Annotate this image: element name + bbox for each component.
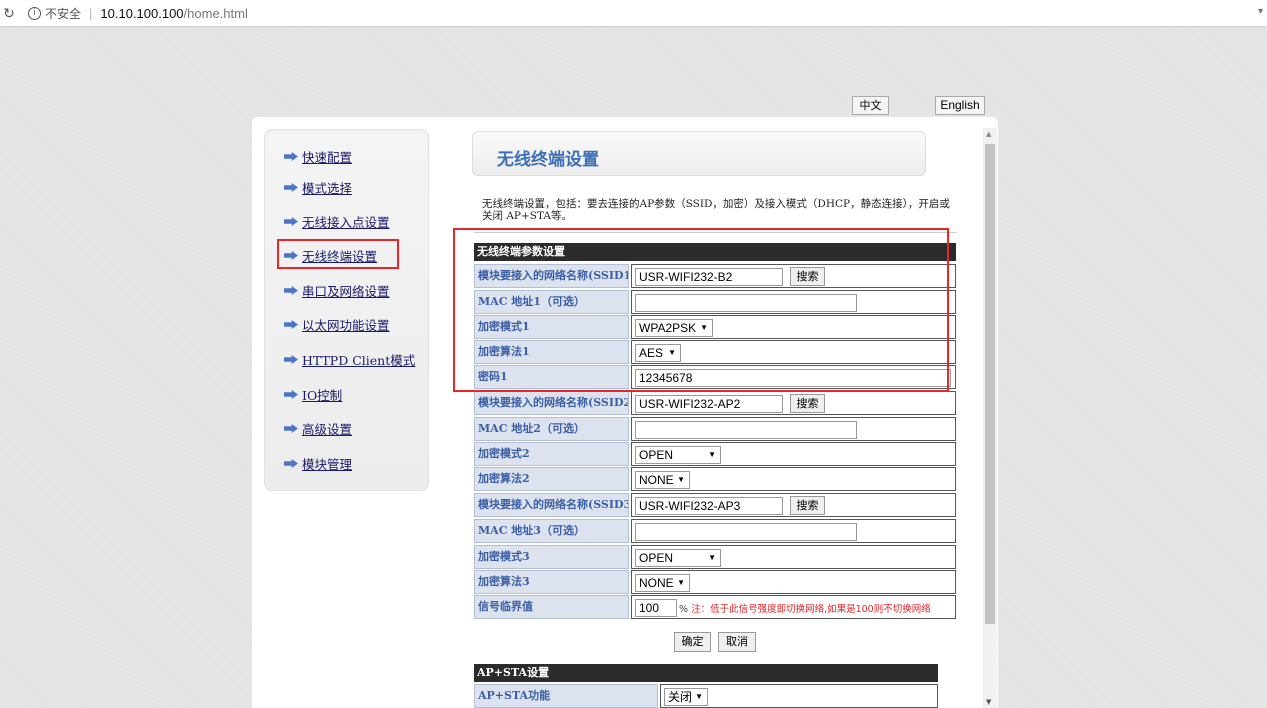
- caret-down-icon: ▼: [677, 578, 685, 587]
- arrow-right-icon: [284, 424, 298, 433]
- encrypt-mode2-cell: OPEN ▼: [631, 442, 956, 466]
- apsta-function-label: AP+STA功能: [474, 684, 658, 708]
- table-row: MAC 地址3（可选）: [474, 519, 956, 544]
- apsta-section-header: AP+STA设置: [474, 664, 938, 682]
- ssid2-label: 模块要接入的网络名称(SSID2): [474, 391, 629, 415]
- caret-down-icon: ▼: [695, 692, 703, 701]
- algorithm3-select[interactable]: NONE ▼: [635, 574, 690, 592]
- address-separator: |: [89, 5, 93, 21]
- signal-threshold-label: 信号临界值: [474, 595, 629, 619]
- table-row: 信号临界值 100 % 注：低于此信号强度即切换网络,如果是100则不切换网络: [474, 595, 956, 620]
- scrollbar[interactable]: ▲ ▼: [983, 128, 997, 708]
- arrow-right-icon: [284, 183, 298, 192]
- ssid3-search-button[interactable]: 搜索: [790, 496, 825, 515]
- ssid3-input[interactable]: USR-WIFI232-AP3: [635, 497, 783, 515]
- mac2-label: MAC 地址2（可选）: [474, 417, 629, 441]
- scroll-thumb[interactable]: [985, 144, 995, 624]
- algorithm2-label: 加密算法2: [474, 467, 629, 491]
- ssid2-search-button[interactable]: 搜索: [790, 394, 825, 413]
- mac2-cell: [631, 417, 956, 441]
- signal-threshold-cell: 100 % 注：低于此信号强度即切换网络,如果是100则不切换网络: [631, 595, 956, 619]
- caret-down-icon: ▼: [708, 553, 716, 562]
- cancel-button[interactable]: 取消: [718, 632, 756, 652]
- address-bar: ↻ i 不安全 | 10.10.100.100/home.html ▾: [0, 0, 1267, 27]
- menu-caret-icon[interactable]: ▾: [1258, 6, 1263, 17]
- sidebar-item-quick-config[interactable]: 快速配置: [284, 147, 352, 166]
- mac3-cell: [631, 519, 956, 543]
- mac3-label: MAC 地址3（可选）: [474, 519, 629, 543]
- chinese-button[interactable]: 中文: [852, 96, 889, 115]
- scroll-down-icon[interactable]: ▼: [986, 698, 991, 706]
- ssid3-cell: USR-WIFI232-AP3 搜索: [631, 493, 956, 517]
- security-label[interactable]: 不安全: [45, 5, 81, 22]
- arrow-right-icon: [284, 320, 298, 329]
- table-row: 加密模式3 OPEN ▼: [474, 545, 956, 570]
- caret-down-icon: ▼: [708, 450, 716, 459]
- table-row: 加密算法2 NONE ▼: [474, 467, 956, 492]
- apsta-function-select[interactable]: 关闭 ▼: [664, 688, 708, 706]
- ssid2-input[interactable]: USR-WIFI232-AP2: [635, 395, 783, 413]
- encrypt-mode3-label: 加密模式3: [474, 545, 629, 569]
- mac2-input[interactable]: [635, 421, 857, 439]
- sidebar-item-module-manage[interactable]: 模块管理: [284, 454, 352, 473]
- caret-down-icon: ▼: [677, 475, 685, 484]
- ok-button[interactable]: 确定: [674, 632, 711, 652]
- url-field[interactable]: 10.10.100.100/home.html: [100, 6, 247, 21]
- algorithm3-label: 加密算法3: [474, 570, 629, 594]
- mac3-input[interactable]: [635, 523, 857, 541]
- arrow-right-icon: [284, 286, 298, 295]
- arrow-right-icon: [284, 459, 298, 468]
- apsta-function-cell: 关闭 ▼: [660, 684, 938, 708]
- ssid3-label: 模块要接入的网络名称(SSID3): [474, 493, 629, 517]
- info-icon[interactable]: i: [28, 6, 41, 20]
- algorithm2-cell: NONE ▼: [631, 467, 956, 491]
- encrypt-mode3-select[interactable]: OPEN ▼: [635, 549, 721, 567]
- reload-icon[interactable]: ↻: [0, 5, 18, 22]
- scroll-up-icon[interactable]: ▲: [986, 130, 991, 138]
- highlight-box-table: [453, 228, 949, 392]
- arrow-right-icon: [284, 390, 298, 399]
- algorithm3-cell: NONE ▼: [631, 570, 956, 594]
- table-row: MAC 地址2（可选）: [474, 417, 956, 442]
- title-box: 无线终端设置: [472, 131, 926, 176]
- page-description: 无线终端设置，包括：要去连接的AP参数（SSID，加密）及接入模式（DHCP，静…: [482, 198, 950, 222]
- table-row: 模块要接入的网络名称(SSID2) USR-WIFI232-AP2 搜索: [474, 391, 956, 416]
- table-row: 模块要接入的网络名称(SSID3) USR-WIFI232-AP3 搜索: [474, 493, 956, 518]
- sidebar-item-io-control[interactable]: IO控制: [284, 385, 342, 404]
- sidebar-item-mode-select[interactable]: 模式选择: [284, 178, 352, 197]
- table-row: 加密模式2 OPEN ▼: [474, 442, 956, 467]
- arrow-right-icon: [284, 355, 298, 364]
- encrypt-mode2-select[interactable]: OPEN ▼: [635, 446, 721, 464]
- sidebar-item-httpd-client[interactable]: HTTPD Client模式: [284, 350, 415, 369]
- arrow-right-icon: [284, 152, 298, 161]
- signal-threshold-note: % 注：低于此信号强度即切换网络,如果是100则不切换网络: [679, 604, 931, 615]
- highlight-box-nav: [277, 239, 399, 269]
- ssid2-cell: USR-WIFI232-AP2 搜索: [631, 391, 956, 415]
- arrow-right-icon: [284, 217, 298, 226]
- algorithm2-select[interactable]: NONE ▼: [635, 471, 690, 489]
- sidebar-item-serial-network[interactable]: 串口及网络设置: [284, 281, 390, 300]
- page-title: 无线终端设置: [497, 150, 599, 170]
- encrypt-mode3-cell: OPEN ▼: [631, 545, 956, 569]
- table-row: AP+STA功能 关闭 ▼: [474, 684, 938, 708]
- sidebar-item-advanced[interactable]: 高级设置: [284, 419, 352, 438]
- signal-threshold-input[interactable]: 100: [635, 599, 677, 617]
- table-row: 加密算法3 NONE ▼: [474, 570, 956, 595]
- english-button[interactable]: English: [935, 96, 985, 115]
- encrypt-mode2-label: 加密模式2: [474, 442, 629, 466]
- sidebar-item-ap-settings[interactable]: 无线接入点设置: [284, 212, 390, 231]
- sidebar-item-ethernet[interactable]: 以太网功能设置: [284, 315, 390, 334]
